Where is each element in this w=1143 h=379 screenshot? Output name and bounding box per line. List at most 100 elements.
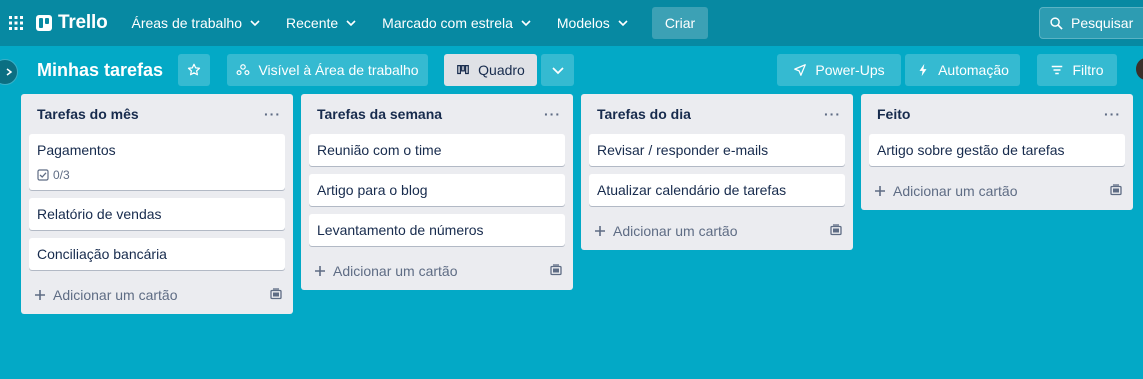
brand-name: Trello [58, 12, 108, 33]
chevron-down-icon [250, 20, 260, 27]
filter-icon [1052, 65, 1063, 75]
add-card-button[interactable]: Adicionar um cartão [873, 183, 1018, 199]
list-tarefas-do-dia: Tarefas do dia ··· Revisar / responder e… [581, 94, 853, 250]
power-ups-label: Power-Ups [815, 62, 885, 78]
list-header[interactable]: Tarefas do dia ··· [581, 94, 853, 134]
add-card-label: Adicionar um cartão [333, 263, 458, 279]
card-title: Artigo para o blog [317, 182, 428, 198]
plus-icon [315, 266, 325, 276]
chevron-right-icon [6, 68, 13, 76]
card[interactable]: Relatório de vendas [29, 198, 285, 230]
list-title[interactable]: Tarefas do mês [37, 106, 139, 122]
add-card-label: Adicionar um cartão [613, 223, 738, 239]
list-tarefas-do-mes: Tarefas do mês ··· Pagamentos 0/3 Relató… [21, 94, 293, 314]
plus-icon [595, 226, 605, 236]
nav-starred-label: Marcado com estrela [382, 15, 513, 31]
card-title: Reunião com o time [317, 142, 442, 158]
visibility-label: Visível à Área de trabalho [258, 62, 419, 78]
search-input[interactable]: Pesquisar [1039, 7, 1143, 39]
more-options-icon[interactable]: ··· [544, 106, 561, 122]
automation-button[interactable]: Automação [905, 54, 1020, 86]
trello-logo-icon [36, 15, 52, 31]
star-icon [187, 63, 201, 76]
view-board-button[interactable]: Quadro [444, 54, 537, 86]
card[interactable]: Atualizar calendário de tarefas [589, 174, 845, 206]
card-title: Revisar / responder e-mails [597, 142, 769, 158]
nav-starred[interactable]: Marcado com estrela [372, 7, 541, 39]
add-card-label: Adicionar um cartão [893, 183, 1018, 199]
filter-button[interactable]: Filtro [1037, 54, 1117, 86]
visibility-button[interactable]: Visível à Área de trabalho [227, 54, 428, 86]
list-header[interactable]: Tarefas do mês ··· [21, 94, 293, 134]
list-tarefas-da-semana: Tarefas da semana ··· Reunião com o time… [301, 94, 573, 290]
add-card-button[interactable]: Adicionar um cartão [593, 223, 738, 239]
checklist-badge: 0/3 [37, 168, 277, 182]
add-card-label: Adicionar um cartão [53, 287, 178, 303]
list-title[interactable]: Tarefas do dia [597, 106, 691, 122]
create-from-template-icon[interactable] [269, 287, 283, 304]
card-title: Artigo sobre gestão de tarefas [877, 142, 1065, 158]
board-header: Minhas tarefas Visível à Área de trabalh… [0, 46, 1143, 94]
automation-label: Automação [938, 62, 1009, 78]
board-title[interactable]: Minhas tarefas [37, 60, 163, 81]
power-ups-button[interactable]: Power-Ups [777, 54, 901, 86]
nav-workspaces[interactable]: Áreas de trabalho [121, 7, 270, 39]
add-card-row: Adicionar um cartão [861, 172, 1133, 210]
chevron-down-icon [551, 67, 564, 75]
search-icon [1050, 16, 1063, 30]
add-card-button[interactable]: Adicionar um cartão [33, 287, 178, 303]
checklist-count: 0/3 [53, 168, 70, 182]
card-title: Atualizar calendário de tarefas [597, 182, 787, 198]
lightning-icon [919, 63, 927, 77]
create-button[interactable]: Criar [651, 7, 709, 39]
more-options-icon[interactable]: ··· [1104, 106, 1121, 122]
list-title[interactable]: Tarefas da semana [317, 106, 442, 122]
checklist-icon [37, 169, 49, 181]
search-placeholder: Pesquisar [1071, 15, 1134, 31]
view-label: Quadro [478, 62, 525, 78]
card[interactable]: Revisar / responder e-mails [589, 134, 845, 166]
add-card-row: Adicionar um cartão [301, 252, 573, 290]
card-title: Pagamentos [37, 142, 116, 158]
list-header[interactable]: Tarefas da semana ··· [301, 94, 573, 134]
star-board-button[interactable] [178, 54, 210, 86]
nav-templates-label: Modelos [556, 15, 610, 31]
chevron-down-icon [521, 20, 531, 27]
card[interactable]: Levantamento de números [309, 214, 565, 246]
create-from-template-icon[interactable] [829, 223, 843, 240]
chevron-down-icon [346, 20, 356, 27]
board-view-icon [457, 65, 470, 75]
plus-icon [35, 290, 45, 300]
card[interactable]: Pagamentos 0/3 [29, 134, 285, 190]
app-switcher-icon[interactable] [3, 10, 29, 36]
card[interactable]: Artigo para o blog [309, 174, 565, 206]
create-from-template-icon[interactable] [1109, 183, 1123, 200]
sidebar-expand-button[interactable] [0, 59, 18, 85]
add-card-row: Adicionar um cartão [581, 212, 853, 250]
create-from-template-icon[interactable] [549, 263, 563, 280]
list-feito: Feito ··· Artigo sobre gestão de tarefas… [861, 94, 1133, 210]
filter-label: Filtro [1072, 62, 1104, 78]
card-title: Levantamento de números [317, 222, 484, 238]
add-card-row: Adicionar um cartão [21, 276, 293, 314]
view-switcher-button[interactable] [541, 54, 574, 86]
top-nav: Trello Áreas de trabalho Recente Marcado… [0, 0, 1143, 46]
list-title[interactable]: Feito [877, 106, 910, 122]
add-card-button[interactable]: Adicionar um cartão [313, 263, 458, 279]
chevron-down-icon [618, 20, 628, 27]
plus-icon [875, 186, 885, 196]
nav-templates[interactable]: Modelos [547, 7, 638, 39]
card[interactable]: Artigo sobre gestão de tarefas [869, 134, 1125, 166]
workspace-visibility-icon [236, 64, 250, 76]
nav-recent-label: Recente [286, 15, 339, 31]
nav-recent[interactable]: Recente [276, 7, 366, 39]
more-options-icon[interactable]: ··· [264, 106, 281, 122]
card-title: Conciliação bancária [37, 246, 167, 262]
card[interactable]: Conciliação bancária [29, 238, 285, 270]
list-header[interactable]: Feito ··· [861, 94, 1133, 134]
card[interactable]: Reunião com o time [309, 134, 565, 166]
rocket-icon [794, 64, 807, 76]
more-options-icon[interactable]: ··· [824, 106, 841, 122]
trello-logo[interactable]: Trello [36, 12, 108, 34]
card-title: Relatório de vendas [37, 206, 162, 222]
